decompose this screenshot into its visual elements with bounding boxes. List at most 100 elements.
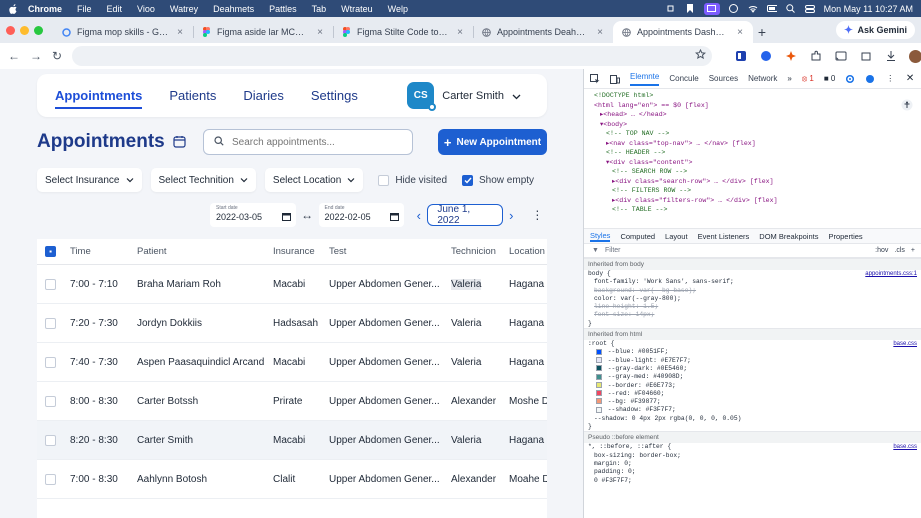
row-checkbox[interactable] (45, 278, 56, 290)
checkbox-checked[interactable] (462, 174, 474, 186)
css-source-link[interactable]: base.css (893, 443, 917, 451)
styles-filter[interactable]: ▼ Filter :hov .cls + (584, 244, 921, 258)
dom-line[interactable]: ▸<div class="filters-row"> … </div> [fle… (594, 196, 921, 206)
sidepanel-icon[interactable] (734, 50, 747, 63)
select-all-checkbox[interactable]: ▪ (45, 246, 56, 257)
column-header[interactable]: Location (509, 246, 547, 257)
browser-tab-active[interactable]: Appointments Dashboard × (613, 21, 753, 43)
start-date-field[interactable]: Start date 2022-03-05 (210, 203, 296, 227)
swap-arrows-icon[interactable]: ↔ (296, 208, 319, 222)
color-swatch[interactable] (596, 398, 602, 405)
menu-app-name[interactable]: Chrome (28, 4, 62, 14)
device-toggle-icon[interactable] (610, 74, 620, 84)
hover-toggle[interactable]: :hov (875, 247, 888, 254)
subtab-event-listeners[interactable]: Event Listeners (698, 232, 750, 241)
battery-icon[interactable] (766, 4, 777, 14)
inspect-element-icon[interactable] (590, 73, 600, 84)
dom-line[interactable]: <!-- TABLE --> (594, 205, 921, 215)
control-center-icon[interactable] (804, 4, 815, 14)
dom-line[interactable]: ▸<div class="search-row"> … </div> [flex… (594, 177, 921, 187)
row-checkbox[interactable] (45, 395, 56, 407)
calendar-icon[interactable] (173, 135, 187, 149)
class-toggle[interactable]: .cls (894, 247, 905, 254)
menu-item[interactable]: File (77, 4, 92, 14)
user-icon[interactable] (729, 4, 739, 14)
devtools-tab-console[interactable]: Concule (669, 74, 698, 83)
row-checkbox[interactable] (45, 434, 56, 446)
table-row[interactable]: 7:00 - 8:30 Aahlynn Botosh Clalit Upper … (37, 460, 547, 499)
column-header[interactable]: Insurance (273, 246, 329, 257)
extension-orange-icon[interactable] (784, 50, 797, 63)
search-input[interactable] (232, 136, 402, 148)
subtab-dom-breakpoints[interactable]: DOM Breakpoints (759, 232, 818, 241)
color-swatch[interactable] (596, 357, 602, 363)
menu-item[interactable]: Wtrateu (341, 4, 373, 14)
maximize-window-button[interactable] (34, 25, 43, 35)
show-empty-checkbox[interactable]: Show empty (462, 174, 534, 186)
nav-settings[interactable]: Settings (311, 82, 358, 109)
menu-item[interactable]: Vioo (137, 4, 155, 14)
row-checkbox[interactable] (45, 356, 56, 368)
close-icon[interactable]: ✕ (905, 73, 915, 84)
search-icon[interactable] (786, 4, 796, 14)
user-menu[interactable]: CS Carter Smith (407, 82, 521, 111)
wifi-icon[interactable] (748, 4, 758, 14)
css-rule-universal[interactable]: base.css *, ::before, ::after { box-sizi… (584, 443, 921, 484)
forward-icon[interactable]: → (30, 49, 42, 63)
column-header[interactable]: Patient (137, 246, 273, 257)
accessibility-icon[interactable] (901, 99, 913, 111)
dom-line[interactable]: <!-- FILTERS ROW --> (594, 186, 921, 196)
dom-line[interactable]: <!-- HEADER --> (594, 148, 921, 158)
hide-visited-checkbox[interactable]: Hide visited (378, 174, 447, 186)
extension-blue-icon[interactable] (759, 50, 772, 63)
settings-gear-icon[interactable] (845, 74, 855, 84)
table-row[interactable]: 8:00 - 8:30 Carter Botssh Prirate Upper … (37, 382, 547, 421)
menu-item[interactable]: Welp (388, 4, 408, 14)
column-header[interactable]: Time (70, 246, 137, 257)
bookmark-icon[interactable] (685, 4, 695, 14)
back-icon[interactable]: ← (8, 49, 20, 63)
menu-item[interactable]: Edit (107, 4, 123, 14)
column-header[interactable]: Test (329, 246, 451, 257)
calendar-icon[interactable] (390, 210, 400, 221)
more-tabs-icon[interactable]: » (787, 74, 791, 83)
download-icon[interactable] (884, 50, 897, 63)
ai-assist-icon[interactable] (865, 74, 875, 84)
column-header[interactable]: Technicion (451, 246, 509, 257)
bookmark-star-icon[interactable] (695, 48, 707, 63)
new-tab-button[interactable]: + (753, 21, 771, 43)
css-source-link[interactable]: appointments.css:1 (865, 270, 917, 278)
ask-gemini-button[interactable]: Ask Gemini (836, 21, 915, 39)
insurance-select[interactable]: Select Insurance (37, 168, 142, 192)
color-swatch[interactable] (596, 373, 602, 380)
css-rule-body[interactable]: appointments.css:1 body { font-family: '… (584, 270, 921, 328)
checkbox-unchecked[interactable] (378, 174, 390, 186)
command-icon[interactable] (666, 4, 676, 14)
close-window-button[interactable] (6, 25, 15, 35)
current-date-pill[interactable]: June 1, 2022 (427, 204, 503, 226)
screen-record-icon[interactable] (703, 2, 720, 15)
new-appointment-button[interactable]: + New Appointment (438, 129, 547, 155)
subtab-styles[interactable]: Styles (590, 231, 611, 242)
close-icon[interactable]: × (735, 27, 745, 38)
minimize-window-button[interactable] (20, 25, 29, 35)
dom-line[interactable]: ▸<head> … </head> (594, 110, 921, 120)
dom-line[interactable]: ▾<body> (594, 120, 921, 130)
color-swatch[interactable] (596, 365, 602, 372)
end-date-field[interactable]: End date 2022-02-05 (318, 203, 405, 227)
menu-item[interactable]: Deahmets (213, 4, 254, 14)
css-source-link[interactable]: base.css (893, 340, 917, 348)
dom-line[interactable]: <!-- TOP NAV --> (594, 129, 921, 139)
more-vertical-icon[interactable]: ⋮ (885, 74, 895, 84)
subtab-properties[interactable]: Properties (828, 232, 862, 241)
add-rule-icon[interactable]: + (911, 247, 915, 254)
address-bar[interactable] (72, 46, 713, 66)
search-box[interactable] (203, 129, 413, 155)
reload-icon[interactable]: ↻ (52, 49, 62, 63)
cast-icon[interactable] (834, 50, 847, 63)
subtab-layout[interactable]: Layout (665, 232, 688, 241)
menubar-clock[interactable]: Mon May 11 10:27 AM (824, 4, 913, 14)
browser-tab[interactable]: Figma aside lar MCP - Figma × (193, 21, 333, 43)
profile-avatar[interactable] (909, 49, 921, 63)
tab-search-icon[interactable] (859, 50, 872, 63)
